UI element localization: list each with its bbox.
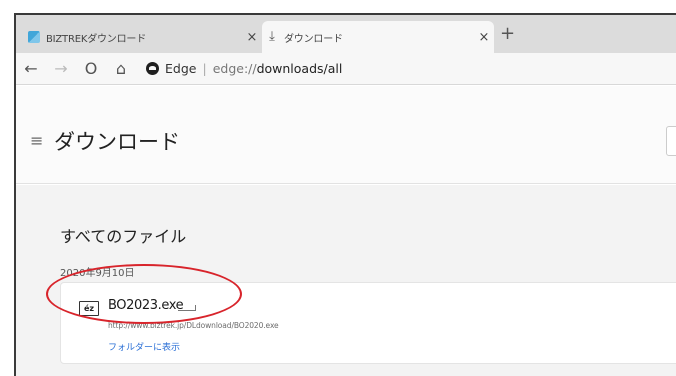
section-title: すべてのファイル xyxy=(60,227,187,246)
refresh-button[interactable]: O xyxy=(76,59,106,78)
address-bar[interactable]: Edge | edge:// downloads/all xyxy=(146,61,342,76)
tab-strip: BIZTREKダウンロード × ⤓ ダウンロード × + xyxy=(16,15,676,53)
tab-title: ダウンロード xyxy=(284,33,343,45)
download-icon: ⤓ xyxy=(269,29,275,44)
show-in-folder-link[interactable]: フォルダーに表示 xyxy=(108,340,180,353)
text-cursor-mark xyxy=(178,310,196,311)
download-item[interactable]: éz BO2023.exe http://www.biztrek.jp/DLdo… xyxy=(60,282,676,364)
scheme-label: Edge xyxy=(165,61,197,76)
page-title: ダウンロード xyxy=(54,130,180,154)
close-tab-icon[interactable]: × xyxy=(474,30,494,45)
home-button[interactable]: ⌂ xyxy=(106,59,136,78)
address-toolbar: ← → O ⌂ Edge | edge:// downloads/all xyxy=(16,53,676,85)
hamburger-menu-icon[interactable]: ≡ xyxy=(30,131,43,150)
biztrek-favicon-icon xyxy=(28,31,40,43)
text-cursor-tick xyxy=(195,305,196,311)
download-date: 2020年9月10日 xyxy=(60,268,135,279)
browser-window: BIZTREKダウンロード × ⤓ ダウンロード × + ← → O ⌂ Edg… xyxy=(14,13,676,376)
tab-downloads[interactable]: ⤓ ダウンロード × xyxy=(262,21,494,53)
tab-title: BIZTREKダウンロード xyxy=(46,33,146,45)
address-separator: | xyxy=(202,61,207,76)
forward-button[interactable]: → xyxy=(46,59,76,78)
file-name-link[interactable]: BO2023.exe xyxy=(108,298,184,313)
url-path: downloads/all xyxy=(256,61,343,76)
tab-biztrek[interactable]: BIZTREKダウンロード × xyxy=(24,21,262,53)
edge-icon xyxy=(146,62,159,75)
file-source-url: http://www.biztrek.jp/DLdownload/BO2020.… xyxy=(108,321,279,330)
exe-file-icon: éz xyxy=(79,301,99,316)
page-header: ≡ ダウンロード xyxy=(16,86,676,184)
search-box-edge[interactable] xyxy=(666,126,676,156)
new-tab-button[interactable]: + xyxy=(500,23,515,44)
downloads-content: すべてのファイル 2020年9月10日 éz BO2023.exe http:/… xyxy=(16,185,676,376)
back-button[interactable]: ← xyxy=(16,59,46,78)
close-tab-icon[interactable]: × xyxy=(242,30,262,45)
url-prefix: edge:// xyxy=(212,61,257,76)
